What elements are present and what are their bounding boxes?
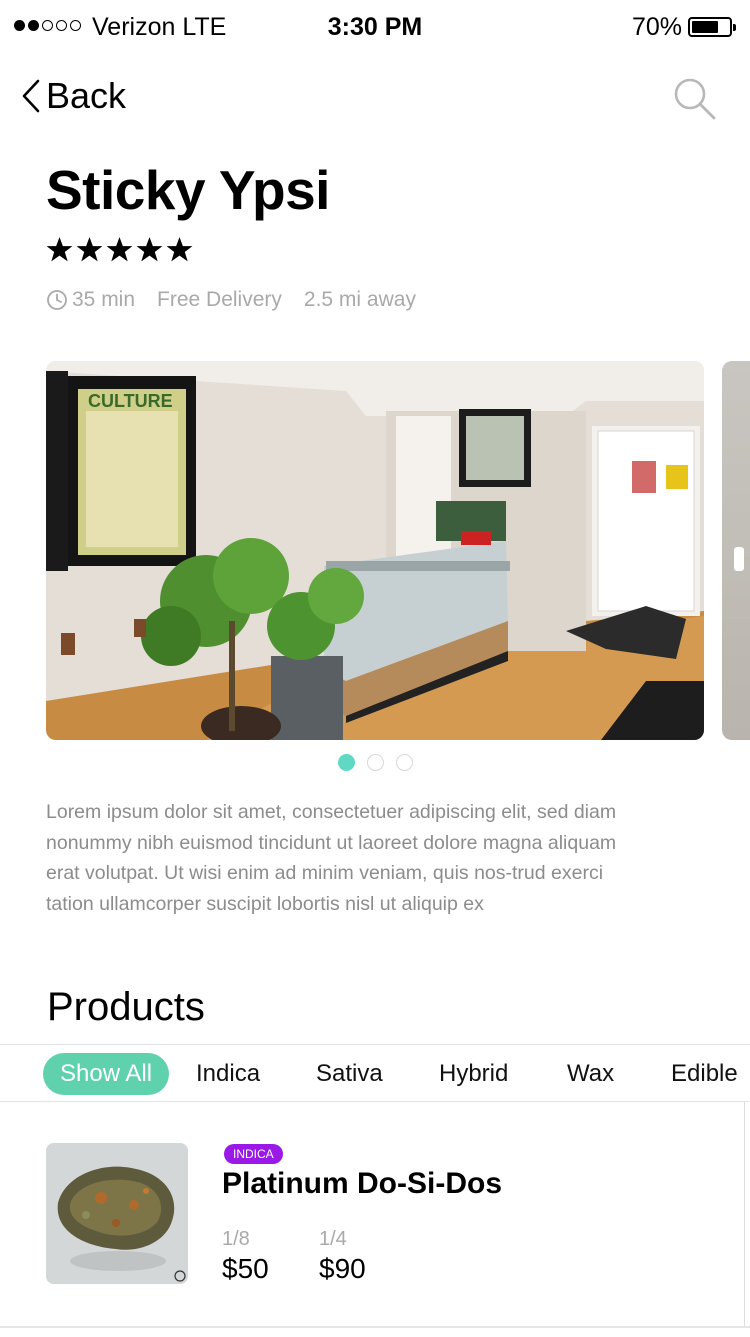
strain-badge: INDICA: [224, 1144, 283, 1164]
product-name[interactable]: Platinum Do-Si-Dos: [222, 1167, 502, 1201]
price-size: 1/8: [222, 1228, 250, 1250]
price-value: $90: [319, 1253, 366, 1284]
battery-percentage: 70%: [631, 13, 682, 41]
filter-edible[interactable]: Edible: [671, 1053, 738, 1095]
cannabis-bud-image: [46, 1143, 188, 1284]
star-icon: [166, 237, 193, 262]
store-description: Lorem ipsum dolor sit amet, consectetuer…: [46, 801, 617, 915]
battery-fill: [692, 21, 719, 33]
pager-dot-active[interactable]: [337, 754, 355, 771]
status-bar: Verizon LTE 3:30 PM 70%: [0, 0, 750, 56]
pager-dot[interactable]: [395, 754, 413, 771]
filter-hybrid[interactable]: Hybrid: [439, 1053, 508, 1095]
door-handle: [734, 547, 744, 571]
battery-icon: [688, 17, 736, 37]
search-icon[interactable]: [672, 76, 718, 122]
chevron-left-icon: [22, 79, 40, 113]
products-heading: Products: [47, 985, 205, 1029]
store-photo[interactable]: CULTURE: [46, 361, 704, 740]
store-interior-image: CULTURE: [46, 361, 704, 740]
divider: [744, 1102, 745, 1326]
back-label: Back: [46, 75, 127, 116]
star-icon: [106, 237, 133, 262]
filter-sativa[interactable]: Sativa: [316, 1053, 383, 1095]
filter-show-all[interactable]: Show All: [43, 1053, 170, 1095]
delivery-time: 35 min: [72, 288, 136, 311]
store-distance: 2.5 mi away: [303, 288, 416, 311]
star-icon: [76, 237, 103, 262]
back-button[interactable]: Back: [20, 72, 126, 120]
price-option[interactable]: 1/8 $50: [222, 1228, 269, 1285]
store-meta: 35 min Free Delivery 2.5 mi away: [46, 288, 416, 312]
next-photo-preview[interactable]: [722, 361, 750, 740]
price-option[interactable]: 1/4 $90: [319, 1228, 366, 1285]
product-image[interactable]: [46, 1143, 188, 1284]
delivery-fee: Free Delivery: [157, 288, 282, 311]
star-icon: [136, 237, 163, 262]
divider: [0, 1326, 750, 1328]
battery-tip: [733, 24, 736, 31]
store-name: Sticky Ypsi: [46, 159, 330, 221]
carousel-pager: [0, 754, 750, 771]
filter-indica[interactable]: Indica: [196, 1053, 260, 1095]
star-rating: [46, 236, 193, 263]
price-size: 1/4: [319, 1228, 347, 1250]
price-value: $50: [222, 1253, 269, 1284]
svg-text:CULTURE: CULTURE: [88, 391, 173, 411]
star-icon: [46, 237, 73, 262]
filter-wax[interactable]: Wax: [567, 1053, 614, 1095]
pager-dot[interactable]: [366, 754, 384, 771]
product-filter-bar: Show All Indica Sativa Hybrid Wax Edible: [0, 1044, 750, 1102]
clock-icon: [47, 290, 67, 310]
